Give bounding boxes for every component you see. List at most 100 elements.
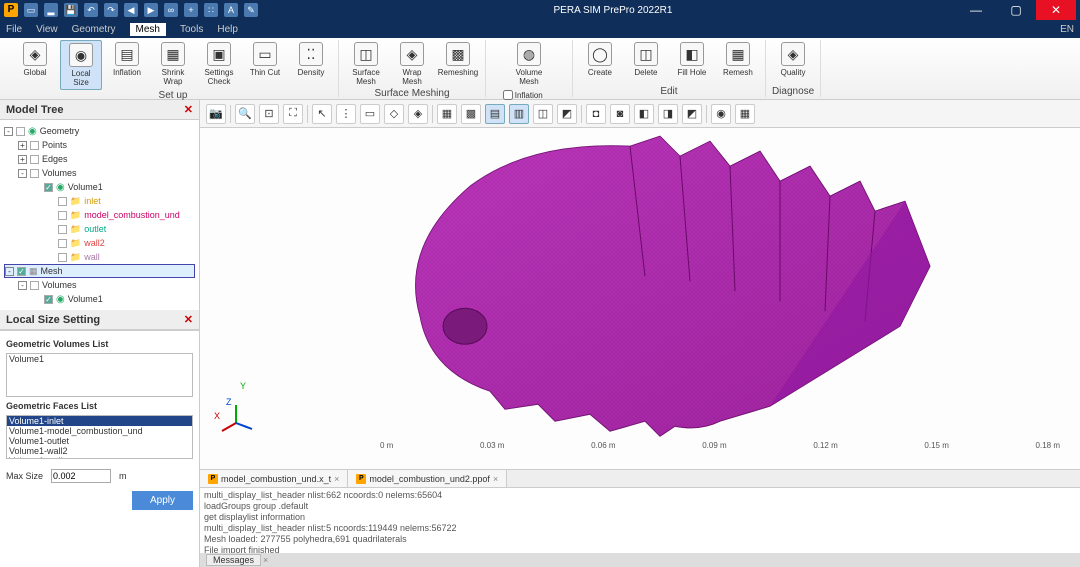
ribbon-thin-cut[interactable]: ▭Thin Cut bbox=[244, 40, 286, 90]
menu-tools[interactable]: Tools bbox=[180, 24, 203, 35]
list-item[interactable]: Volume1-wall2 bbox=[7, 446, 192, 456]
list-item[interactable]: Volume1-model_combustion_und bbox=[7, 426, 192, 436]
ribbon-remesh[interactable]: ▦Remesh bbox=[717, 40, 759, 79]
menu-mesh[interactable]: Mesh bbox=[130, 23, 166, 36]
tree-node-outlet[interactable]: 📁outlet bbox=[4, 222, 195, 236]
tree-node-volumes[interactable]: -Volumes bbox=[4, 278, 195, 292]
vt-zoom-in[interactable]: 🔍 bbox=[235, 104, 255, 124]
ribbon-wrap-mesh[interactable]: ◈Wrap Mesh bbox=[391, 40, 433, 88]
tree-checkbox[interactable] bbox=[58, 225, 67, 234]
qa-back[interactable]: ◀ bbox=[124, 3, 138, 17]
tree-checkbox[interactable] bbox=[58, 239, 67, 248]
tree-checkbox[interactable] bbox=[58, 253, 67, 262]
ribbon-volume-mesh[interactable]: ◍Volume Mesh bbox=[508, 40, 550, 88]
tree-toggle-icon[interactable]: - bbox=[5, 267, 14, 276]
close-settings-icon[interactable]: ✕ bbox=[184, 313, 193, 326]
tree-node-volume1[interactable]: ✓◉Volume1 bbox=[4, 292, 195, 306]
qa-save[interactable]: 💾 bbox=[64, 3, 78, 17]
qa-undo[interactable]: ↶ bbox=[84, 3, 98, 17]
menu-view[interactable]: View bbox=[36, 24, 58, 35]
qa-snap[interactable]: ∷ bbox=[204, 3, 218, 17]
language-toggle[interactable]: EN bbox=[1060, 24, 1074, 35]
qa-link[interactable]: ∞ bbox=[164, 3, 178, 17]
vt-persp[interactable]: ◩ bbox=[557, 104, 577, 124]
vt-fit[interactable]: ⛶ bbox=[283, 104, 303, 124]
tree-node-mesh[interactable]: -✓▦Mesh bbox=[4, 264, 195, 278]
vt-iso2[interactable]: ◫ bbox=[533, 104, 553, 124]
qa-redo[interactable]: ↷ bbox=[104, 3, 118, 17]
ribbon-quality[interactable]: ◈Quality bbox=[772, 40, 814, 79]
tree-checkbox[interactable] bbox=[58, 211, 67, 220]
ribbon-create[interactable]: ◯Create bbox=[579, 40, 621, 79]
menu-file[interactable]: File bbox=[6, 24, 22, 35]
tree-checkbox[interactable] bbox=[16, 127, 25, 136]
qa-a[interactable]: A bbox=[224, 3, 238, 17]
vt-sel-pt[interactable]: ⋮ bbox=[336, 104, 356, 124]
check-inflation[interactable]: Inflation bbox=[503, 90, 555, 100]
tree-checkbox[interactable] bbox=[30, 281, 39, 290]
messages-tab[interactable]: Messages bbox=[206, 554, 261, 566]
tree-node-wall2[interactable]: 📁wall2 bbox=[4, 236, 195, 250]
qa-style[interactable]: ✎ bbox=[244, 3, 258, 17]
faces-list[interactable]: Volume1-inletVolume1-model_combustion_un… bbox=[6, 415, 193, 459]
tree-node-volumes[interactable]: -Volumes bbox=[4, 166, 195, 180]
tree-checkbox[interactable] bbox=[30, 155, 39, 164]
ribbon-local-size[interactable]: ◉Local Size bbox=[60, 40, 102, 90]
list-item[interactable]: Volume1 bbox=[7, 354, 192, 364]
vt-iso[interactable]: ▥ bbox=[509, 104, 529, 124]
tree-checkbox[interactable] bbox=[58, 197, 67, 206]
vt-cube4[interactable]: ◨ bbox=[658, 104, 678, 124]
tree-node-edges[interactable]: +Edges bbox=[4, 152, 195, 166]
qa-open[interactable]: ▂ bbox=[44, 3, 58, 17]
ribbon-shrink-wrap[interactable]: ▦Shrink Wrap bbox=[152, 40, 194, 90]
maximize-button[interactable]: ▢ bbox=[996, 0, 1036, 20]
doc-tab[interactable]: Pmodel_combustion_und2.ppof× bbox=[348, 470, 507, 487]
vt-cube5[interactable]: ◩ bbox=[682, 104, 702, 124]
ribbon-global[interactable]: ◈Global bbox=[14, 40, 56, 90]
vt-grid[interactable]: ▦ bbox=[735, 104, 755, 124]
minimize-button[interactable]: — bbox=[956, 0, 996, 20]
close-tree-icon[interactable]: ✕ bbox=[184, 103, 193, 116]
tree-node-model_combustion_und[interactable]: 📁model_combustion_und bbox=[4, 208, 195, 222]
tree-checkbox[interactable] bbox=[30, 169, 39, 178]
tree-node-points[interactable]: +Points bbox=[4, 138, 195, 152]
apply-button[interactable]: Apply bbox=[132, 491, 193, 510]
tab-close-icon[interactable]: × bbox=[334, 474, 339, 484]
ribbon-settings-check[interactable]: ▣Settings Check bbox=[198, 40, 240, 90]
ribbon-surface-mesh[interactable]: ◫Surface Mesh bbox=[345, 40, 387, 88]
vt-arrow[interactable]: ↖ bbox=[312, 104, 332, 124]
ribbon-density[interactable]: ⁚⁚Density bbox=[290, 40, 332, 90]
ribbon-delete[interactable]: ◫Delete bbox=[625, 40, 667, 79]
vt-cube1[interactable]: ◘ bbox=[586, 104, 606, 124]
tree-toggle-icon[interactable]: - bbox=[4, 127, 13, 136]
max-size-input[interactable] bbox=[51, 469, 111, 483]
tree-toggle-icon[interactable]: - bbox=[18, 281, 27, 290]
ribbon-inflation[interactable]: ▤Inflation bbox=[106, 40, 148, 90]
vt-yz[interactable]: ▤ bbox=[485, 104, 505, 124]
vt-xy[interactable]: ▦ bbox=[437, 104, 457, 124]
menu-geometry[interactable]: Geometry bbox=[72, 24, 116, 35]
vt-cube2[interactable]: ◙ bbox=[610, 104, 630, 124]
tree-checkbox[interactable] bbox=[30, 141, 39, 150]
menu-help[interactable]: Help bbox=[217, 24, 238, 35]
vt-sel-poly[interactable]: ◇ bbox=[384, 104, 404, 124]
tree-node-volume1[interactable]: ✓◉Volume1 bbox=[4, 180, 195, 194]
vt-sel-box[interactable]: ▭ bbox=[360, 104, 380, 124]
model-tree[interactable]: -◉Geometry+Points+Edges-Volumes✓◉Volume1… bbox=[0, 120, 199, 310]
tree-toggle-icon[interactable]: + bbox=[18, 141, 27, 150]
tree-checkbox[interactable]: ✓ bbox=[17, 267, 26, 276]
volumes-list[interactable]: Volume1 bbox=[6, 353, 193, 397]
messages-close-icon[interactable]: × bbox=[263, 555, 268, 565]
viewport-3d[interactable]: Y X Z 0 m0.03 m0.06 m0.09 m0.12 m0.15 m0… bbox=[200, 128, 1080, 469]
close-button[interactable]: ✕ bbox=[1036, 0, 1076, 20]
list-item[interactable]: Volume1-inlet bbox=[7, 416, 192, 426]
tree-toggle-icon[interactable]: - bbox=[18, 169, 27, 178]
vt-led[interactable]: ◉ bbox=[711, 104, 731, 124]
qa-new[interactable]: ▭ bbox=[24, 3, 38, 17]
tree-node-wall[interactable]: 📁wall bbox=[4, 250, 195, 264]
qa-add[interactable]: + bbox=[184, 3, 198, 17]
vt-cube3[interactable]: ◧ bbox=[634, 104, 654, 124]
tree-node-geometry[interactable]: -◉Geometry bbox=[4, 124, 195, 138]
ribbon-fill-hole[interactable]: ◧Fill Hole bbox=[671, 40, 713, 79]
vt-sel-vol[interactable]: ◈ bbox=[408, 104, 428, 124]
